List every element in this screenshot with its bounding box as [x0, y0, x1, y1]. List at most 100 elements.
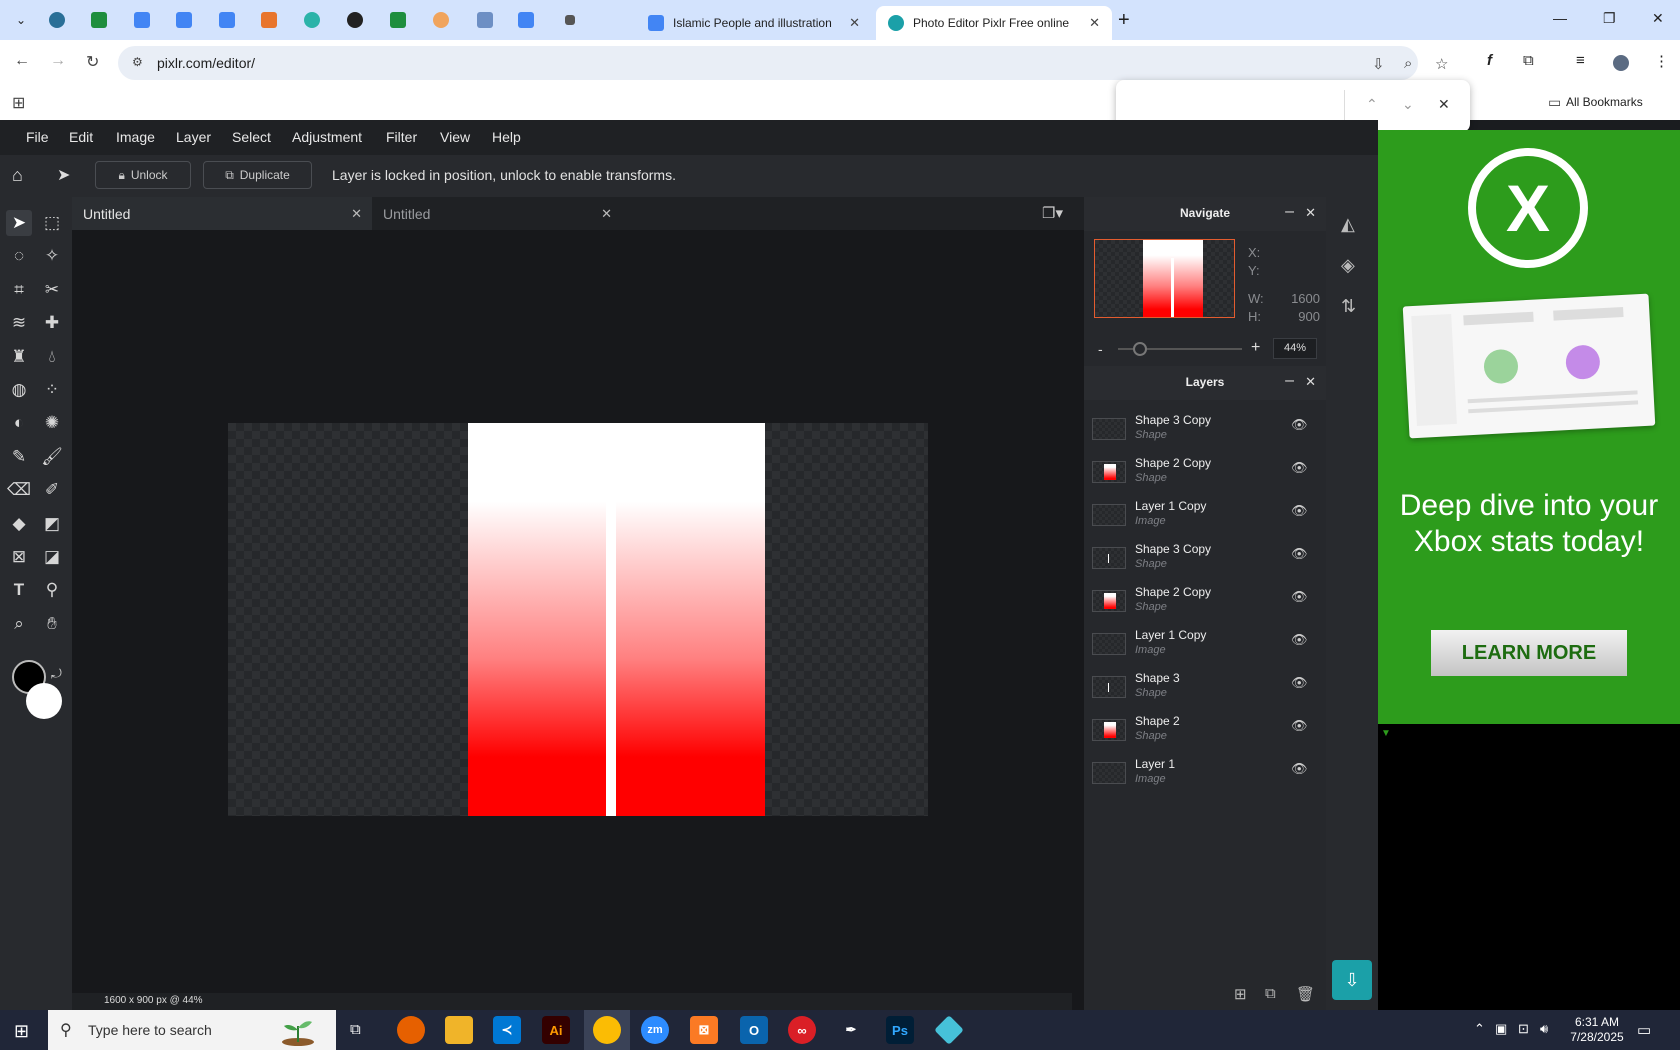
gradient-icon[interactable]: ◩: [39, 511, 65, 537]
color-replace-icon[interactable]: ✐: [39, 477, 65, 503]
pinned-tab-docs-2[interactable]: [173, 9, 195, 31]
shape-icon[interactable]: ◪: [39, 544, 65, 570]
new-tab-plus-icon[interactable]: +: [1118, 9, 1130, 32]
find-next-icon[interactable]: ⌄: [1402, 96, 1414, 113]
zoom-input[interactable]: 44%: [1273, 338, 1317, 359]
hand-tool-icon[interactable]: ✋︎: [39, 611, 65, 637]
cutout-scissors-icon[interactable]: ✂: [39, 277, 65, 303]
sphere-icon[interactable]: ◍: [6, 377, 32, 403]
doc-tab-untitled-2[interactable]: Untitled ✕: [372, 197, 622, 230]
doc-tab-untitled-1[interactable]: Untitled ✕: [72, 197, 372, 230]
menu-filter[interactable]: Filter: [386, 129, 417, 145]
find-close-icon[interactable]: ✕: [1438, 96, 1450, 113]
save-download-button[interactable]: ⇩: [1332, 960, 1372, 1000]
layers-panel-icon[interactable]: ◈: [1341, 255, 1355, 276]
back-arrow-icon[interactable]: ←: [14, 52, 30, 70]
visibility-eye-icon[interactable]: 👁︎: [1291, 718, 1308, 734]
duplicate-button[interactable]: ⧉ Duplicate: [203, 161, 312, 189]
reload-icon[interactable]: ↻: [86, 52, 99, 72]
pinned-tab-xampp[interactable]: [258, 9, 280, 31]
menu-edit[interactable]: Edit: [69, 129, 93, 145]
xbox-advertisement[interactable]: X Deep dive into your Xbox stats today! …: [1378, 130, 1680, 724]
crop-icon[interactable]: ⌗: [6, 277, 32, 303]
tray-chevron-icon[interactable]: ⌃: [1474, 1021, 1485, 1037]
window-layout-icon[interactable]: ❐▾: [1042, 204, 1063, 222]
pinned-tab-sheets-2[interactable]: [387, 9, 409, 31]
find-in-page-icon[interactable]: ⌕: [1404, 55, 1412, 72]
layer-row[interactable]: Shape 2 Copy Shape 👁︎: [1084, 453, 1326, 495]
clone-stamp-icon[interactable]: ♜: [6, 344, 32, 370]
visibility-eye-icon[interactable]: 👁︎: [1291, 589, 1308, 605]
arrange-tool-icon[interactable]: ➤: [6, 210, 32, 236]
layer-row[interactable]: Layer 1 Copy Image 👁︎: [1084, 625, 1326, 667]
swap-colors-icon[interactable]: ⤾: [51, 666, 62, 682]
windows-start-icon[interactable]: ⊞: [14, 1021, 29, 1042]
add-layer-icon[interactable]: ⊞: [1234, 985, 1247, 1003]
menu-file[interactable]: File: [26, 129, 49, 145]
learn-more-button[interactable]: LEARN MORE: [1431, 630, 1627, 676]
doc-tab-close-icon[interactable]: ✕: [351, 206, 362, 222]
url-text[interactable]: pixlr.com/editor/: [157, 55, 255, 71]
pinned-tab-extension[interactable]: [301, 9, 323, 31]
creative-cloud-icon[interactable]: ∞: [788, 1016, 816, 1044]
chrome-icon[interactable]: [593, 1016, 621, 1044]
browser-tab-pixlr[interactable]: Photo Editor Pixlr Free online In ✕: [876, 6, 1112, 40]
blur-drop-icon[interactable]: 💧︎: [39, 344, 65, 370]
profile-avatar[interactable]: [1611, 53, 1631, 73]
home-icon[interactable]: ⌂: [12, 165, 23, 186]
pencil-icon[interactable]: ✎: [6, 444, 32, 470]
white-stripe-shape[interactable]: [606, 500, 616, 816]
dodge-burn-icon[interactable]: ◐: [6, 410, 32, 436]
tray-app-icon[interactable]: ▣: [1495, 1021, 1507, 1037]
tab-close-icon[interactable]: ✕: [849, 15, 860, 31]
browser-menu-icon[interactable]: ⋮: [1654, 52, 1669, 70]
font-extension-icon[interactable]: f: [1487, 52, 1492, 69]
layers-minimize-icon[interactable]: –: [1285, 372, 1294, 390]
fill-bucket-icon[interactable]: ◆: [6, 511, 32, 537]
pinned-tab-openai[interactable]: [344, 9, 366, 31]
visibility-eye-icon[interactable]: 👁︎: [1291, 460, 1308, 476]
history-panel-icon[interactable]: ⇅: [1341, 296, 1356, 317]
layer-row[interactable]: Shape 2 Copy Shape 👁︎: [1084, 582, 1326, 624]
outlook-icon[interactable]: O: [740, 1016, 768, 1044]
extensions-puzzle-icon[interactable]: ⧉: [1523, 52, 1534, 69]
minimize-icon[interactable]: —: [1553, 10, 1567, 26]
firefox-icon[interactable]: [397, 1016, 425, 1044]
background-color-swatch[interactable]: [26, 683, 62, 719]
zoom-out-button[interactable]: -: [1098, 341, 1103, 357]
layer-row[interactable]: Shape 3 Copy Shape 👁︎: [1084, 410, 1326, 452]
taskbar-search[interactable]: ⚲ Type here to search: [48, 1010, 336, 1050]
pinned-tab-wordpress[interactable]: [46, 9, 68, 31]
pinned-tab-forms[interactable]: [515, 9, 537, 31]
pinned-tab-docs[interactable]: [131, 9, 153, 31]
visibility-eye-icon[interactable]: 👁︎: [1291, 632, 1308, 648]
visibility-eye-icon[interactable]: 👁︎: [1291, 503, 1308, 519]
doc-tab-close-icon[interactable]: ✕: [601, 206, 612, 222]
pinned-tab-qr[interactable]: [474, 9, 496, 31]
menu-image[interactable]: Image: [116, 129, 155, 145]
visibility-eye-icon[interactable]: 👁︎: [1291, 761, 1308, 777]
lasso-select-icon[interactable]: ◌: [6, 243, 32, 269]
notifications-icon[interactable]: ▭: [1637, 1021, 1651, 1039]
visibility-eye-icon[interactable]: 👁︎: [1291, 417, 1308, 433]
menu-adjustment[interactable]: Adjustment: [292, 129, 362, 145]
layer-row[interactable]: Shape 3 Shape 👁︎: [1084, 668, 1326, 710]
layer-row[interactable]: Layer 1 Copy Image 👁︎: [1084, 496, 1326, 538]
photoshop-icon[interactable]: Ps: [886, 1016, 914, 1044]
zoom-slider-handle[interactable]: [1133, 342, 1147, 356]
volume-icon[interactable]: 🔊︎: [1540, 1021, 1548, 1037]
eyedropper-icon[interactable]: ⚲: [39, 577, 65, 603]
duplicate-layer-icon[interactable]: ⧉: [1265, 985, 1276, 1002]
forward-arrow-icon[interactable]: →: [50, 52, 66, 70]
xampp-icon[interactable]: ⊠: [690, 1016, 718, 1044]
visibility-eye-icon[interactable]: 👁︎: [1291, 675, 1308, 691]
illustrator-icon[interactable]: Ai: [542, 1016, 570, 1044]
eraser-icon[interactable]: ⌫: [6, 477, 32, 503]
navigate-close-icon[interactable]: ✕: [1305, 205, 1316, 221]
visibility-eye-icon[interactable]: 👁︎: [1291, 546, 1308, 562]
pinned-tab-audio[interactable]: [559, 9, 581, 31]
zoom-app-icon[interactable]: zm: [641, 1016, 669, 1044]
layers-close-icon[interactable]: ✕: [1305, 374, 1316, 390]
red-gradient-shape[interactable]: [468, 423, 765, 816]
tab-search-chevron-icon[interactable]: ⌄: [10, 9, 32, 31]
